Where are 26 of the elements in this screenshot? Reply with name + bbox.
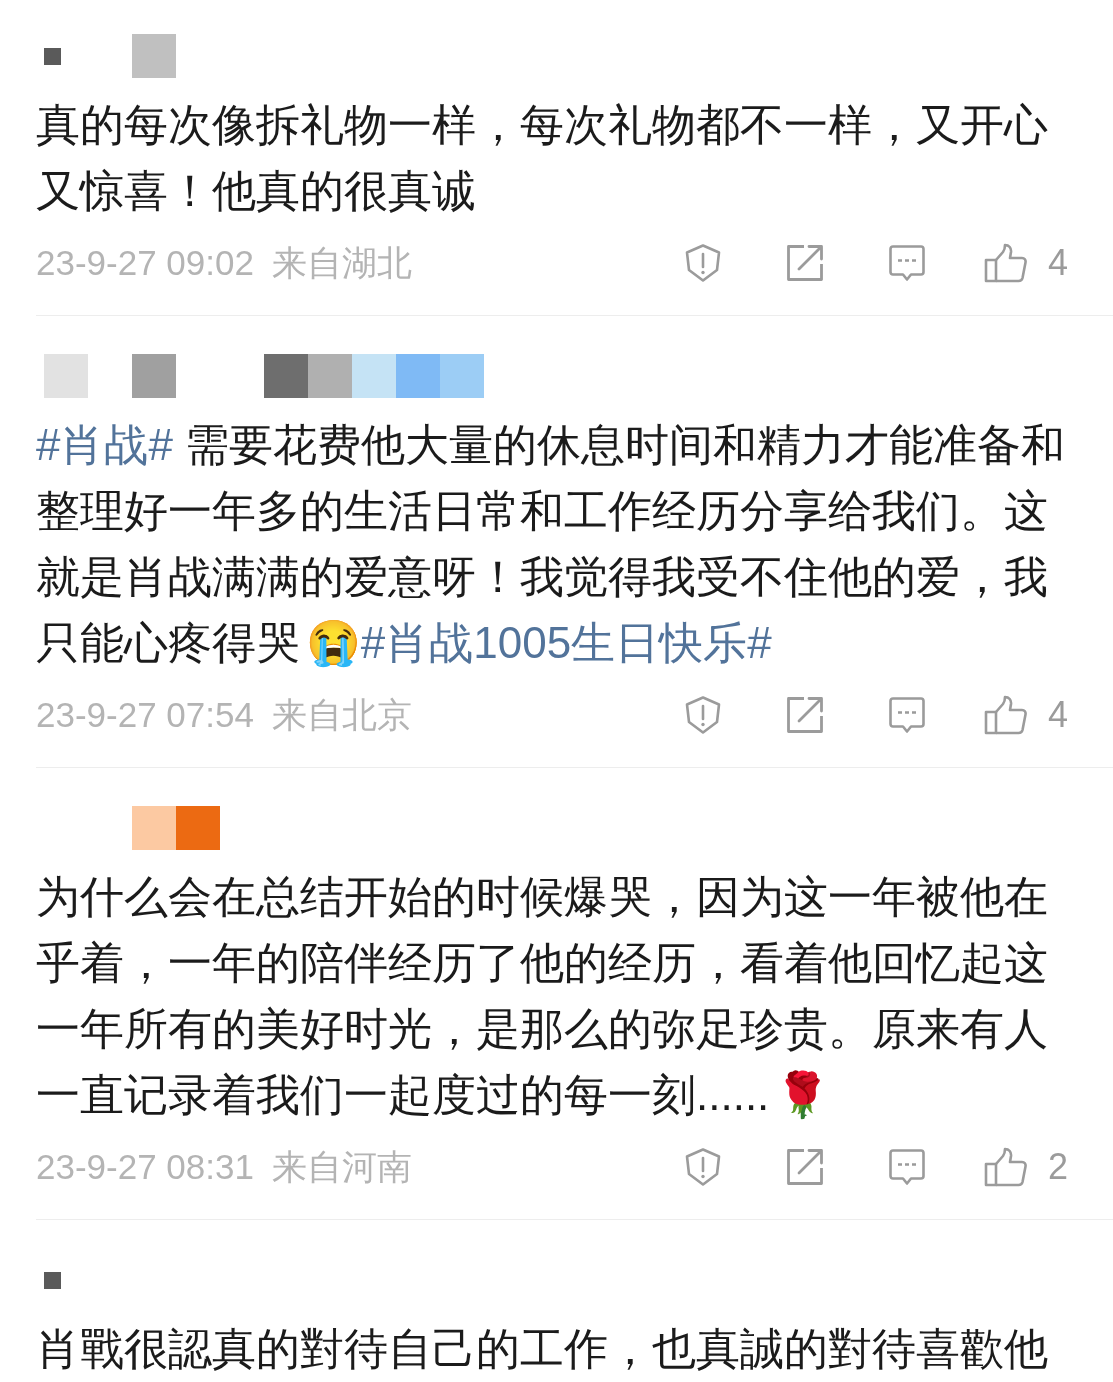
comment-text: #肖战# 需要花费他大量的休息时间和精力才能准备和整理好一年多的生活日常和工作经历分享给我们。这就是肖战满满的爱意呀！我觉得我受不住他的爱，我只能心疼得哭😭#肖战1005生日快乐#: [36, 419, 1067, 669]
comment-time: 23-9-27 07:54: [36, 695, 254, 735]
thumbs-up-icon[interactable]: [983, 243, 1028, 283]
comment-location: 来自北京: [271, 693, 412, 736]
thumbs-up-icon[interactable]: [983, 695, 1028, 735]
speech-bubble-icon[interactable]: [886, 1147, 927, 1187]
comment-text: 真的每次像拆礼物一样，每次礼物都不一样，又开心又惊喜！他真的很真诚: [36, 99, 1049, 217]
speech-bubble-icon[interactable]: [886, 243, 927, 283]
hashtag-link[interactable]: #肖战1005生日快乐#: [360, 618, 772, 667]
comment-text: 为什么会在总结开始的时候爆哭，因为这一年被他在乎着，一年的陪伴经历了他的经历，看着他回忆起这一年所有的美好时光，是那么的弥足珍贵。原来有人一直记录着我们一起度过的每一刻......🌹: [36, 871, 1049, 1121]
like-count: 2: [1047, 1146, 1068, 1188]
hashtag-link[interactable]: #肖战#: [36, 420, 173, 469]
like-count: 4: [1047, 242, 1068, 284]
comment-time: 23-9-27 09:02: [36, 243, 254, 283]
comment-location: 来自湖北: [271, 241, 412, 284]
thumbs-up-icon[interactable]: [983, 1147, 1028, 1187]
comment-time: 23-9-27 08:31: [36, 1147, 254, 1187]
share-icon[interactable]: [784, 695, 825, 735]
emoji-icon: 🌹: [775, 1070, 831, 1119]
share-icon[interactable]: [784, 1147, 825, 1187]
comment-location: 来自河南: [271, 1145, 412, 1188]
like-count: 4: [1047, 694, 1068, 736]
share-icon[interactable]: [784, 243, 825, 283]
comment-text: 肖戰很認真的對待自己的工作，也真誠的對待喜歡他: [36, 1323, 1049, 1375]
emoji-icon: 😭: [306, 618, 361, 667]
speech-bubble-icon[interactable]: [886, 695, 927, 735]
